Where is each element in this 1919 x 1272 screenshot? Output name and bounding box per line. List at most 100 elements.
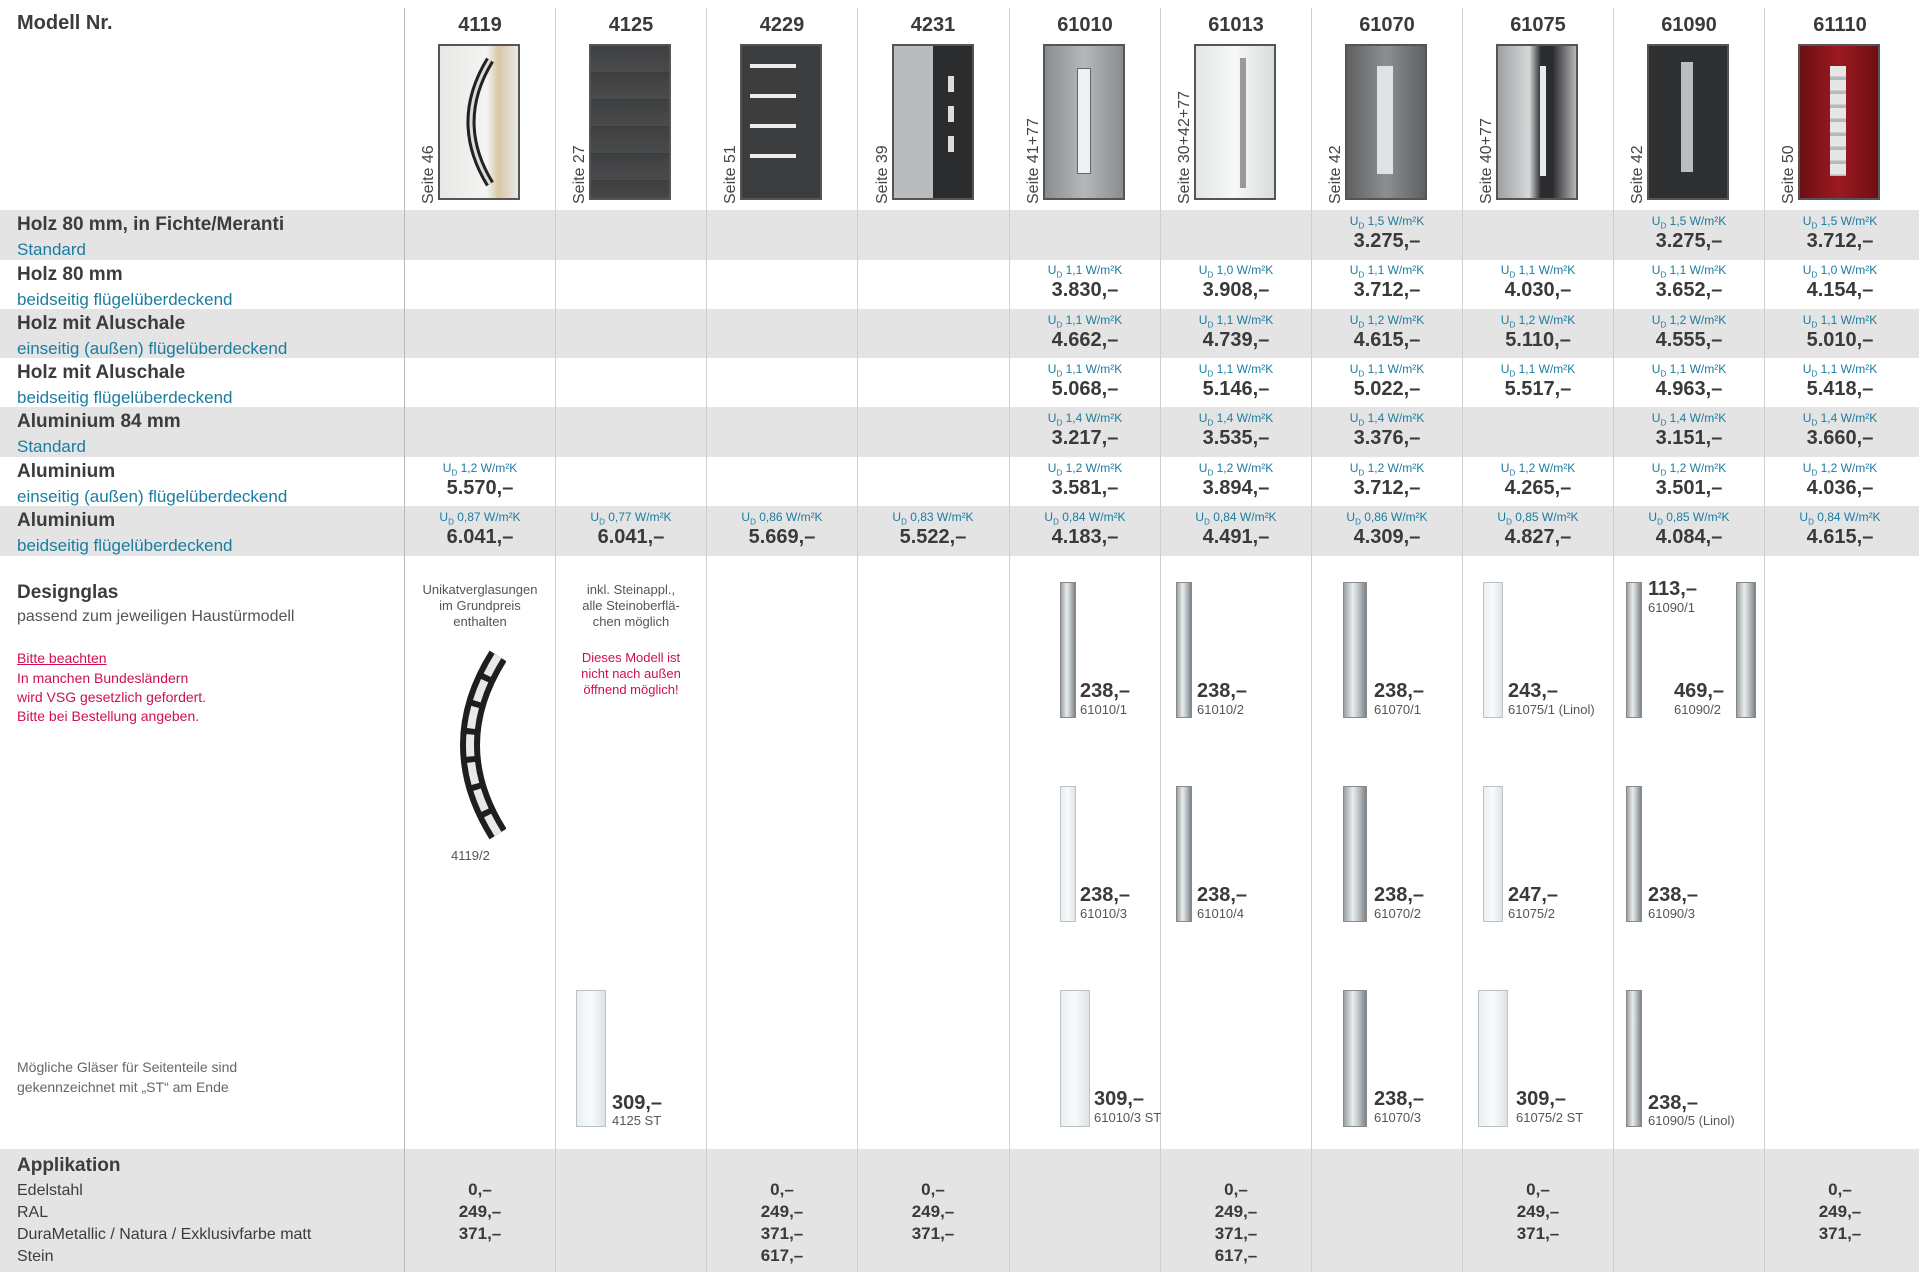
ud-value: UD 0,84 W/m²K	[1195, 510, 1277, 527]
column-divider	[1160, 8, 1161, 1272]
glass-price: 469,–	[1674, 680, 1725, 702]
price-value: 3.581,–	[1051, 477, 1119, 499]
applikation-price: 249,–	[1818, 1202, 1862, 1221]
ud-value: UD 1,1 W/m²K	[1198, 362, 1274, 379]
price-value: 5.522,–	[899, 526, 967, 548]
designglas-title: Designglas	[17, 582, 119, 603]
price-cell: UD 0,86 W/m²K 4.309,–	[1313, 509, 1461, 549]
ud-value: UD 1,0 W/m²K	[1802, 263, 1878, 280]
ud-value: UD 1,2 W/m²K	[1349, 461, 1425, 478]
ud-value: UD 1,0 W/m²K	[1198, 263, 1274, 280]
side-panel-note: Mögliche Gläser für Seitenteile sind gek…	[17, 1057, 237, 1097]
glass-image	[1176, 786, 1192, 922]
price-value: 5.022,–	[1353, 378, 1421, 400]
column-divider	[857, 8, 858, 1272]
ud-value: UD 1,1 W/m²K	[1500, 362, 1576, 379]
price-cell: UD 0,84 W/m²K 4.615,–	[1766, 509, 1914, 549]
warning-4125: Dieses Modell ist nicht nach außen öffne…	[557, 650, 705, 698]
price-value: 4.036,–	[1806, 477, 1874, 499]
price-value: 5.570,–	[446, 477, 514, 499]
model-number: 61013	[1208, 14, 1264, 36]
ud-value: UD 1,1 W/m²K	[1198, 313, 1274, 330]
ud-value: UD 1,4 W/m²K	[1198, 411, 1274, 428]
glass-price: 238,–	[1374, 680, 1425, 702]
price-cell: UD 1,1 W/m²K 3.712,–	[1313, 262, 1461, 302]
price-cell: UD 1,4 W/m²K 3.217,–	[1011, 410, 1159, 450]
page-reference: Seite 27	[571, 145, 588, 204]
glass-price: 309,–	[612, 1092, 663, 1114]
column-divider	[1613, 8, 1614, 1272]
applikation-column: 0,– 249,– 371,–	[1766, 1179, 1914, 1267]
price-value: 6.041,–	[446, 526, 514, 548]
applikation-price	[1313, 1223, 1461, 1245]
price-value: 3.712,–	[1353, 279, 1421, 301]
applikation-price: 371,–	[1818, 1224, 1862, 1243]
ud-value: UD 1,4 W/m²K	[1047, 411, 1123, 428]
glass-price: 309,–	[1094, 1088, 1145, 1110]
price-value: 5.669,–	[748, 526, 816, 548]
column-divider	[404, 8, 405, 1272]
column-divider	[1462, 8, 1463, 1272]
row-subtitle: Standard	[17, 437, 86, 456]
applikation-price: 371,–	[1214, 1224, 1258, 1243]
applikation-price	[1615, 1179, 1763, 1201]
row-title: Holz 80 mm	[17, 264, 123, 285]
model-number: 61075	[1510, 14, 1566, 36]
price-cell: UD 1,2 W/m²K 3.712,–	[1313, 460, 1461, 500]
column-divider	[555, 8, 556, 1272]
glass-price: 238,–	[1648, 884, 1699, 906]
price-value: 4.615,–	[1353, 329, 1421, 351]
price-cell: UD 1,2 W/m²K 4.555,–	[1615, 312, 1763, 352]
applikation-price: 0,–	[1828, 1180, 1852, 1199]
door-image-61110	[1798, 44, 1880, 200]
price-cell: UD 0,84 W/m²K 4.491,–	[1162, 509, 1310, 549]
notice-link[interactable]: Bitte beachten	[17, 650, 107, 666]
applikation-price: 371,–	[1516, 1224, 1560, 1243]
ud-value: UD 1,2 W/m²K	[1349, 313, 1425, 330]
notice-line: Bitte bei Bestellung angeben.	[17, 708, 200, 724]
applikation-price: 371,–	[760, 1224, 804, 1243]
glass-code: 61075/2	[1508, 906, 1555, 921]
door-image-61075	[1496, 44, 1578, 200]
model-number: 61090	[1661, 14, 1717, 36]
door-image-61090	[1647, 44, 1729, 200]
price-cell: UD 1,4 W/m²K 3.660,–	[1766, 410, 1914, 450]
ud-value: UD 0,86 W/m²K	[741, 510, 823, 527]
applikation-price	[1011, 1245, 1159, 1267]
glass-image	[1478, 990, 1508, 1127]
row-title: Aluminium	[17, 461, 116, 482]
glass-image	[1626, 990, 1642, 1127]
applikation-price: 0,–	[1526, 1180, 1550, 1199]
notice-text: In manchen Bundesländern wird VSG gesetz…	[17, 669, 206, 726]
applikation-price	[1615, 1223, 1763, 1245]
glass-price: 238,–	[1648, 1092, 1699, 1114]
applikation-price	[557, 1245, 705, 1267]
applikation-column	[1313, 1179, 1461, 1267]
note-line: inkl. Steinappl.,	[586, 582, 676, 597]
glass-image-4119-2	[446, 650, 507, 840]
row-subtitle: einseitig (außen) flügelüberdeckend	[17, 487, 288, 506]
applikation-price	[1464, 1245, 1612, 1267]
price-value: 3.151,–	[1655, 427, 1723, 449]
price-cell: UD 0,85 W/m²K 4.084,–	[1615, 509, 1763, 549]
ud-value: UD 1,4 W/m²K	[1802, 411, 1878, 428]
glass-price: 238,–	[1080, 680, 1131, 702]
column-divider	[706, 8, 707, 1272]
glass-price: 238,–	[1374, 884, 1425, 906]
ud-value: UD 1,2 W/m²K	[1651, 461, 1727, 478]
applikation-price: 249,–	[1516, 1202, 1560, 1221]
applikation-column	[557, 1179, 705, 1267]
applikation-price	[859, 1245, 1007, 1267]
glass-image	[1736, 582, 1756, 718]
applikation-column	[1011, 1179, 1159, 1267]
applikation-price: 0,–	[921, 1180, 945, 1199]
page-reference: Seite 50	[1780, 145, 1797, 204]
price-cell: UD 1,1 W/m²K 4.030,–	[1464, 262, 1612, 302]
price-value: 4.555,–	[1655, 329, 1723, 351]
note-line: chen möglich	[592, 614, 670, 629]
price-cell: UD 0,83 W/m²K 5.522,–	[859, 509, 1007, 549]
glass-code: 61090/5 (Linol)	[1648, 1113, 1735, 1128]
glass-image	[1343, 990, 1367, 1127]
price-cell: UD 1,1 W/m²K 5.517,–	[1464, 361, 1612, 401]
applikation-price	[1615, 1201, 1763, 1223]
